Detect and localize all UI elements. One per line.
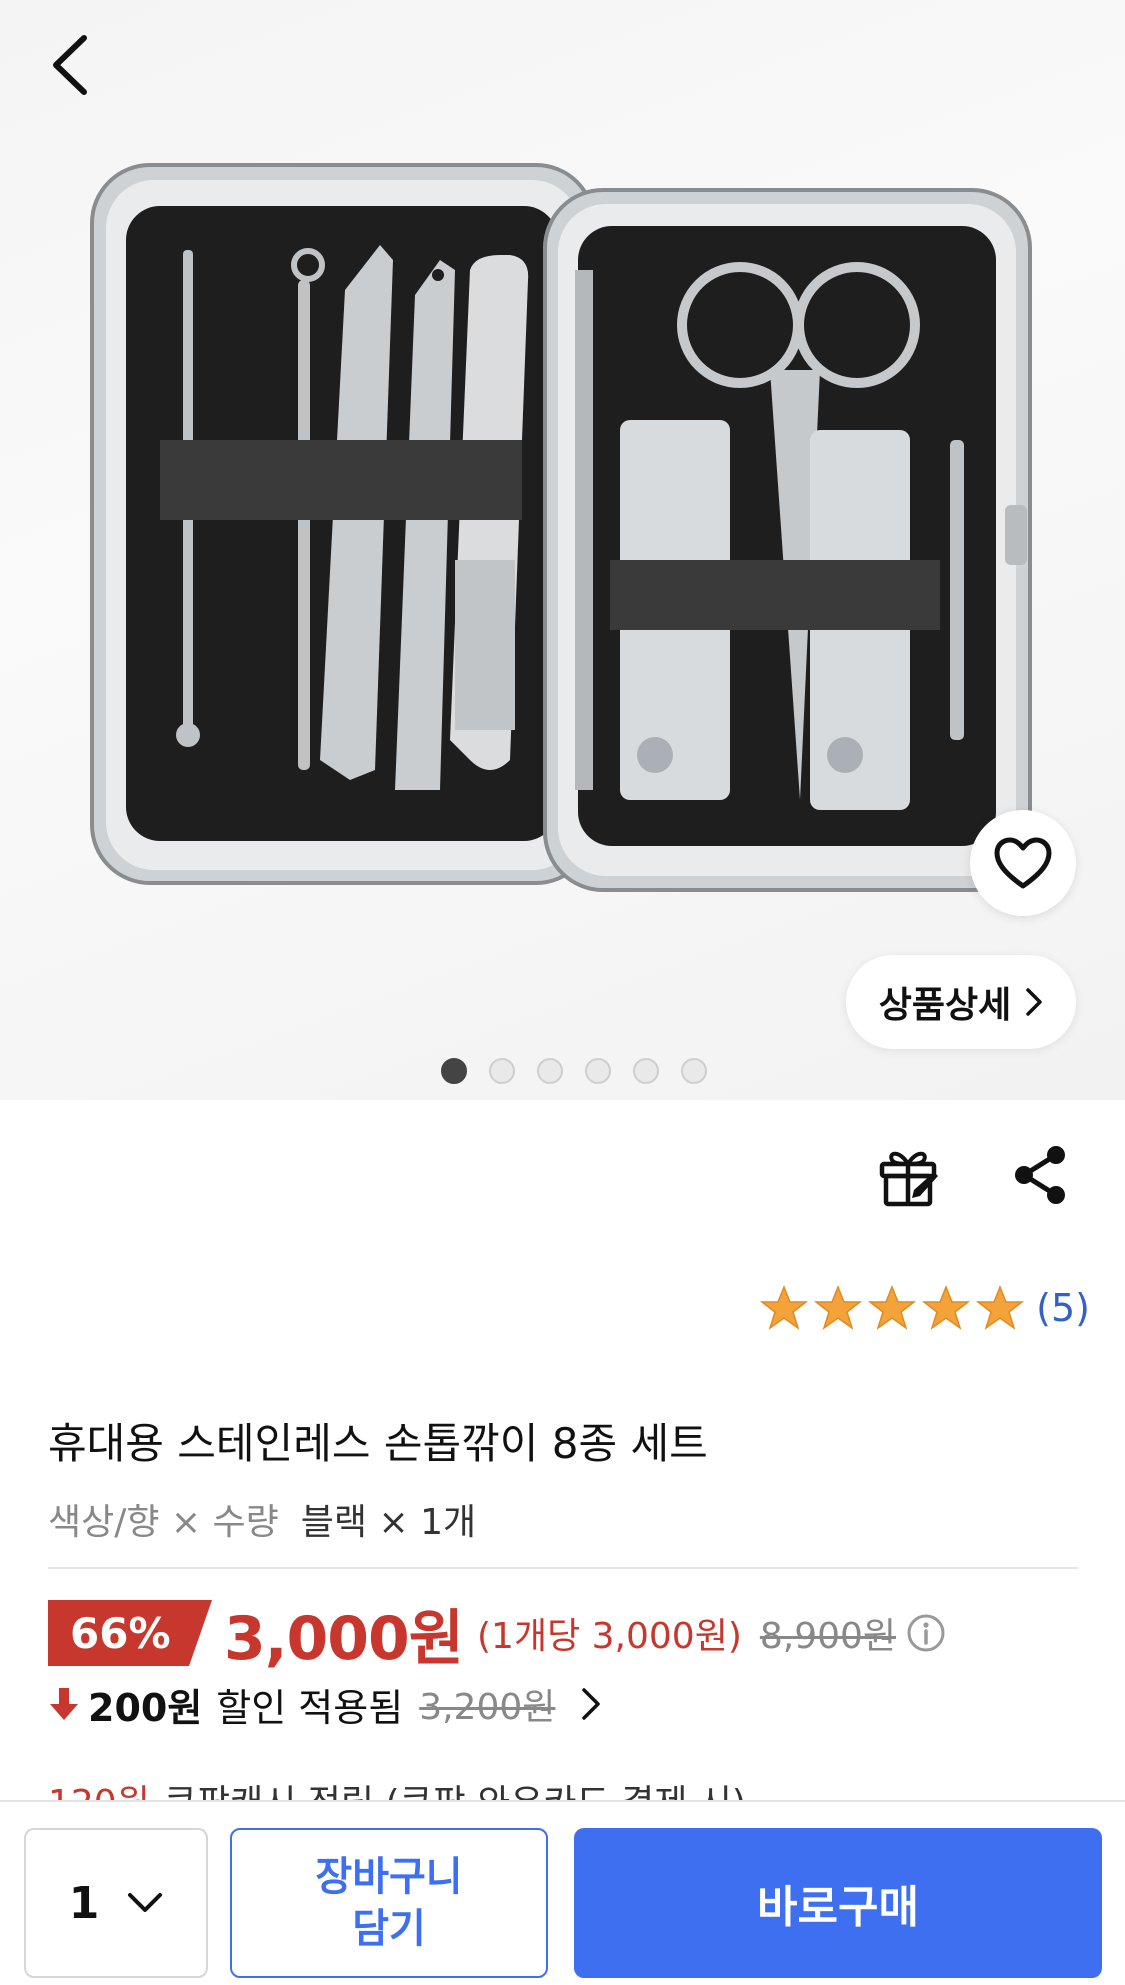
product-title: 휴대용 스테인레스 손톱깎이 8종 세트 [48,1419,708,1468]
bottom-action-bar: 1 장바구니 담기 바로구매 [0,1800,1125,1985]
coupon-text: 할인 적용됨 [216,1685,404,1730]
gift-icon [879,1151,938,1207]
chevron-left-icon [53,35,87,95]
sale-price: 3,000원 [224,1603,464,1674]
option-key: 색상/향 × 수량 [48,1502,279,1543]
star-rating [760,1285,1025,1331]
back-button[interactable] [40,30,100,100]
gallery-pagination [0,1058,1125,1084]
coupon-discount-row[interactable]: 200원 할인 적용됨 3,200원 [48,1674,601,1734]
star-icon [868,1285,917,1330]
star-icon [922,1285,971,1330]
pagination-dot[interactable] [536,1058,563,1084]
rating-summary[interactable]: (5) [760,1285,1090,1331]
divider [48,1567,1078,1569]
discount-badge: 66% [48,1600,212,1666]
pagination-dot[interactable] [680,1058,707,1084]
chevron-right-icon [1026,988,1042,1016]
price-before-coupon: 3,200원 [419,1687,556,1728]
chevron-down-icon [128,1893,163,1912]
price-info-button[interactable] [906,1613,946,1653]
gift-button[interactable] [868,1135,948,1215]
cart-label-line2: 담기 [352,1906,426,1952]
product-image-gallery[interactable]: 상품상세 [0,0,1125,1100]
star-icon [814,1285,863,1330]
arrow-down-icon [50,1688,78,1720]
info-icon [907,1614,945,1652]
pagination-dot[interactable] [584,1058,611,1084]
cart-label-line1: 장바구니 [315,1854,463,1900]
product-image [90,163,1032,892]
product-detail-button[interactable]: 상품상세 [846,955,1076,1049]
selected-option: 색상/향 × 수량 블랙 × 1개 [48,1493,476,1545]
chevron-right-icon [582,1688,601,1720]
pagination-dot[interactable] [632,1058,659,1084]
product-detail-label: 상품상세 [878,985,1012,1026]
wishlist-button[interactable] [970,810,1076,916]
pagination-dot[interactable] [488,1058,515,1084]
quantity-selector[interactable]: 1 [24,1828,208,1978]
share-button[interactable] [1000,1135,1080,1215]
add-to-cart-button[interactable]: 장바구니 담기 [230,1828,548,1978]
pagination-dot[interactable] [440,1058,467,1084]
star-icon [976,1285,1025,1330]
heart-icon [994,837,1052,889]
price-row: 66% 3,000원 (1개당 3,000원) 8,900원 [48,1598,946,1674]
option-value: 블랙 × 1개 [300,1502,477,1543]
star-icon [760,1285,809,1330]
unit-price: (1개당 3,000원) [477,1616,742,1657]
coupon-amount: 200원 [88,1685,203,1730]
buy-now-button[interactable]: 바로구매 [574,1828,1102,1978]
original-price: 8,900원 [759,1616,897,1657]
review-count[interactable]: (5) [1036,1286,1090,1330]
quantity-value: 1 [68,1877,100,1929]
share-icon [1015,1146,1065,1204]
